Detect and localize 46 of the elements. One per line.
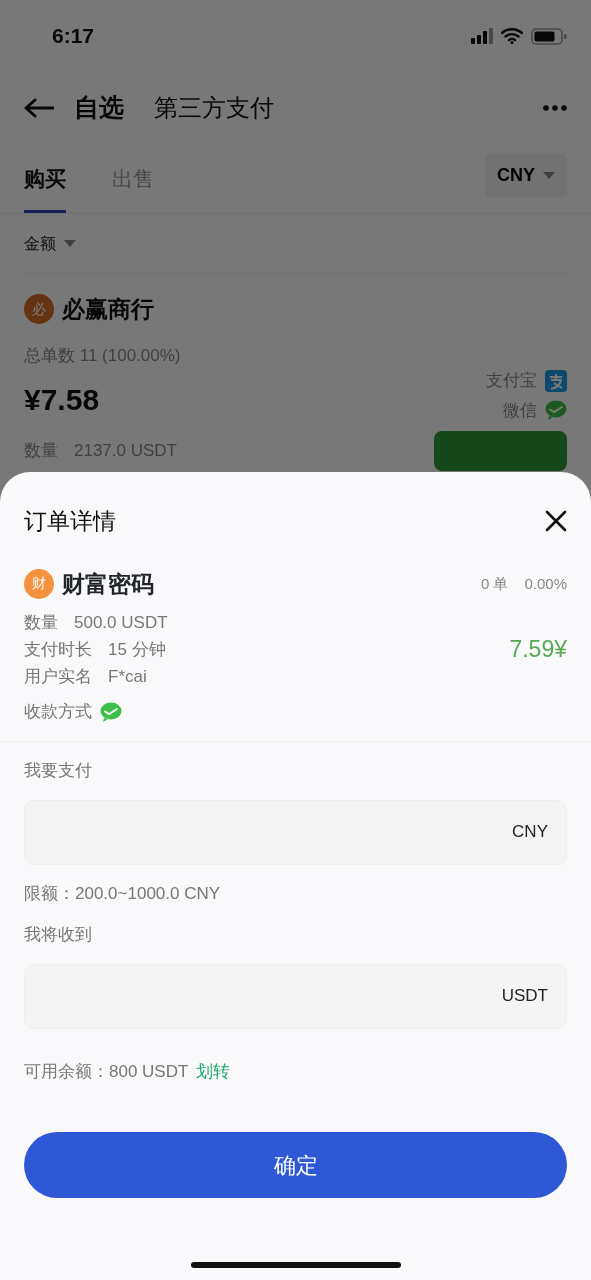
alipay-icon <box>545 369 567 392</box>
signal-icon <box>471 28 493 44</box>
page-title: 自选 <box>74 92 124 124</box>
merchant-name: 必赢商行 <box>62 295 154 324</box>
wifi-icon <box>501 28 523 44</box>
close-icon[interactable] <box>545 510 567 533</box>
currency-select[interactable]: CNY <box>485 154 567 197</box>
page-subtitle: 第三方支付 <box>154 93 274 123</box>
limit-text: 限额：200.0~1000.0 CNY <box>24 882 222 905</box>
seller-completion-rate: 0.00% <box>524 573 567 594</box>
battery-icon <box>531 27 567 45</box>
tab[interactable]: 购买 <box>24 150 66 213</box>
wechat-icon <box>545 400 567 421</box>
merchant-avatar: 必 <box>24 294 54 325</box>
seller-avatar: 财 <box>24 568 54 599</box>
confirm-button[interactable]: 确定 <box>24 1132 567 1198</box>
receive-amount-field[interactable]: USDT <box>24 963 567 1029</box>
detail-value: F*cai <box>108 666 147 688</box>
detail-label: 用户实名 <box>24 666 92 688</box>
seller-order-count: 0 单 <box>480 573 509 594</box>
order-count: 总单数 11 (100.00%) <box>24 344 182 367</box>
price: ¥7.58 <box>24 382 100 418</box>
payment-method-label: 收款方式 <box>24 701 92 723</box>
payment-method-label: 支付宝 <box>486 370 537 392</box>
detail-label: 支付时长 <box>24 639 92 661</box>
more-icon[interactable] <box>543 105 567 111</box>
detail-value: 500.0 USDT <box>74 612 168 634</box>
detail-value: 15 分钟 <box>108 639 166 661</box>
transfer-link[interactable]: 划转 <box>196 1058 231 1084</box>
payment-method-label: 微信 <box>503 399 537 422</box>
caret-icon <box>64 240 76 247</box>
seller-name: 财富密码 <box>62 569 154 599</box>
back-arrow-icon[interactable] <box>24 98 54 118</box>
quantity-label: 数量 <box>24 440 58 463</box>
pay-label: 我要支付 <box>24 760 93 782</box>
caret-icon <box>543 172 555 179</box>
wechat-icon <box>100 701 122 722</box>
amount-filter[interactable]: 金额 <box>24 231 76 256</box>
status-time: 6:17 <box>52 23 95 50</box>
sheet-title: 订单详情 <box>24 507 116 536</box>
quantity-value: 2137.0 USDT <box>74 440 177 463</box>
pay-amount-field[interactable]: CNY <box>24 799 567 865</box>
receive-label: 我将收到 <box>24 924 93 946</box>
seller-price: 7.59¥ <box>509 635 567 665</box>
balance-text: 可用余额：800 USDT <box>24 1060 189 1083</box>
detail-label: 数量 <box>24 612 58 634</box>
